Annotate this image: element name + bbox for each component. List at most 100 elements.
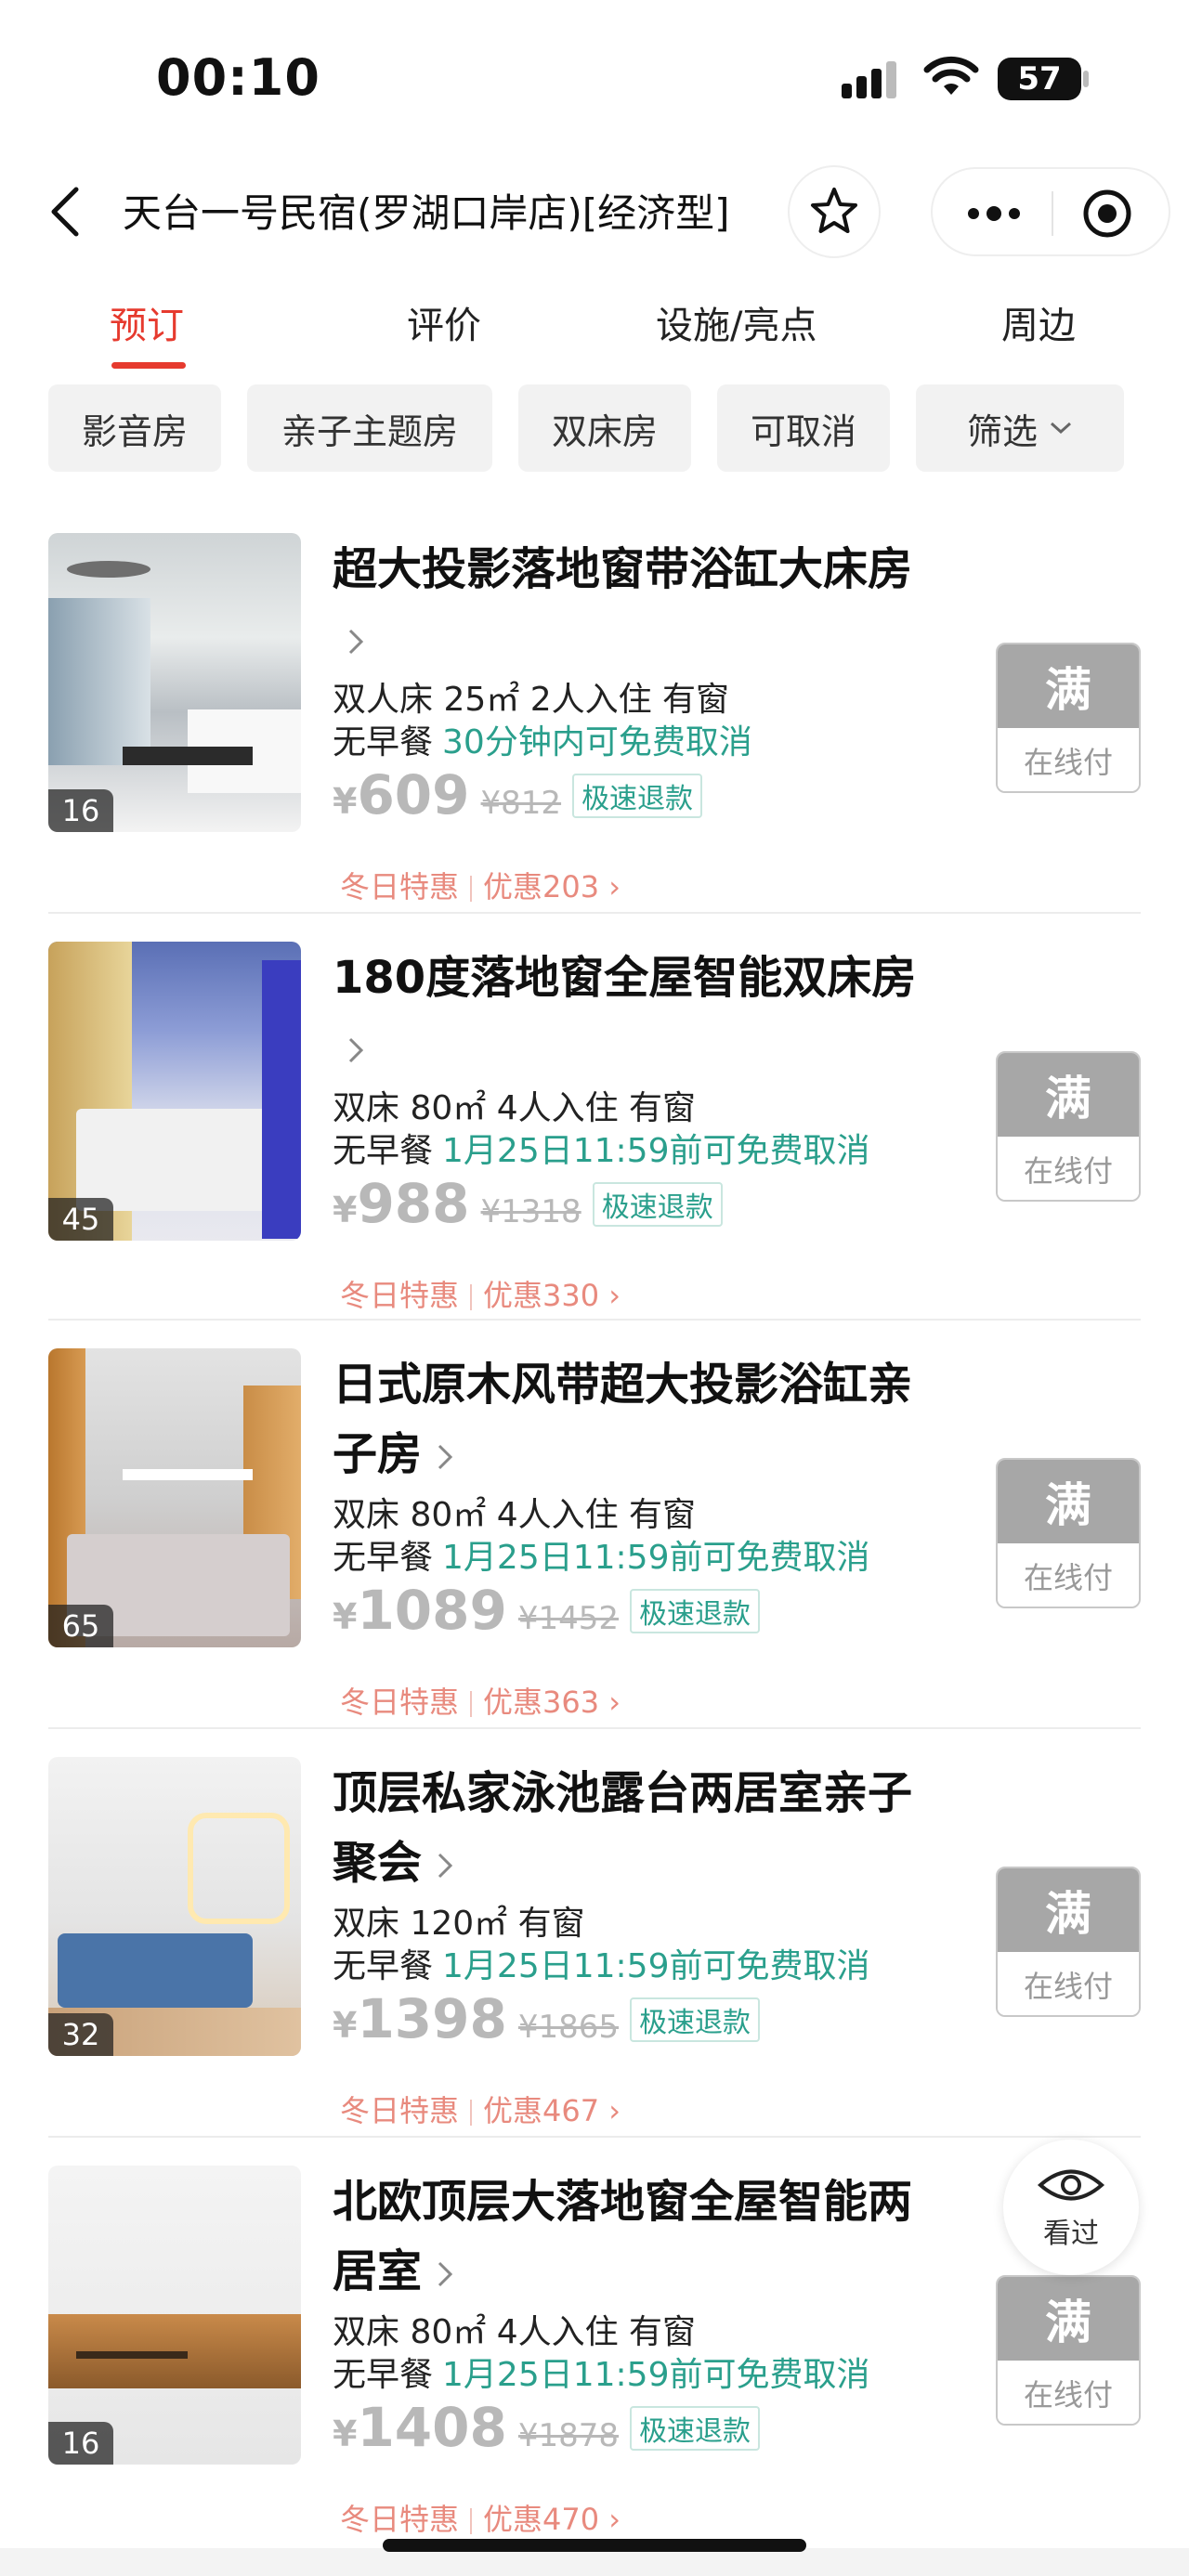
home-indicator[interactable] <box>383 2539 806 2552</box>
filter-chip-cancellable[interactable]: 可取消 <box>717 384 890 472</box>
room-photo[interactable]: 16 <box>48 533 301 832</box>
room-name[interactable]: 顶层私家泳池露台两居室亲子聚会 <box>333 1759 936 1898</box>
breakfast-info: 无早餐 <box>333 723 434 761</box>
photo-count: 45 <box>48 1198 113 1241</box>
bottom-area <box>0 2548 1189 2576</box>
room-photo[interactable]: 16 <box>48 2166 301 2465</box>
divider <box>48 912 1141 914</box>
room-card[interactable]: 16 北欧顶层大落地窗全屋智能两居室 双床 80㎡ 4人入住 有窗 无早餐 1月2… <box>48 2166 1141 2574</box>
refund-badge: 极速退款 <box>572 774 703 818</box>
room-photo[interactable]: 32 <box>48 1757 301 2056</box>
promo-row[interactable]: 冬日特惠 优惠330 › <box>340 1272 621 1315</box>
room-name-text: 180度落地窗全屋智能双床房 <box>333 952 917 1004</box>
photo-count: 16 <box>48 789 113 832</box>
battery-indicator: 57 <box>998 58 1081 100</box>
price: 609 <box>357 763 470 826</box>
more-icon[interactable] <box>966 201 1022 227</box>
divider <box>48 1319 1141 1321</box>
sold-out-button[interactable]: 满 在线付 <box>996 1867 1141 2017</box>
room-photo[interactable]: 45 <box>48 942 301 1241</box>
room-name[interactable]: 超大投影落地窗带浴缸大床房 <box>333 535 936 674</box>
promo-row[interactable]: 冬日特惠 优惠363 › <box>340 1679 621 1722</box>
promo-tag: 冬日特惠 <box>340 2502 460 2537</box>
room-spec: 双床 120㎡ 有窗 <box>333 1905 585 1943</box>
pay-online-label: 在线付 <box>998 2361 1139 2424</box>
discount: 优惠467 <box>483 2093 600 2128</box>
tab-facilities[interactable]: 设施/亮点 <box>656 295 817 349</box>
promo-tag: 冬日特惠 <box>340 2093 460 2128</box>
status-time: 00:10 <box>156 48 320 107</box>
promo-row[interactable]: 冬日特惠 优惠467 › <box>340 2088 621 2130</box>
price: 988 <box>357 1172 470 1235</box>
page-title: 天台一号民宿(罗湖口岸店)[经济型] <box>123 190 730 236</box>
tab-booking[interactable]: 预订 <box>110 295 184 349</box>
price-row: ¥ 1408 ¥1878 极速退款 <box>333 2396 761 2459</box>
discount: 优惠470 <box>483 2502 600 2537</box>
promo-separator <box>470 1691 473 1717</box>
price-row: ¥ 1398 ¥1865 极速退款 <box>333 1987 761 2050</box>
room-name[interactable]: 北欧顶层大落地窗全屋智能两居室 <box>333 2167 936 2307</box>
room-photo[interactable]: 65 <box>48 1348 301 1647</box>
room-card[interactable]: 32 顶层私家泳池露台两居室亲子聚会 双床 120㎡ 有窗 无早餐 1月25日11… <box>48 1757 1141 2166</box>
filter-button[interactable]: 筛选 <box>916 384 1124 472</box>
room-card[interactable]: 16 超大投影落地窗带浴缸大床房 双人床 25㎡ 2人入住 有窗 无早餐 30分钟… <box>48 533 1141 942</box>
breakfast-info: 无早餐 <box>333 1539 434 1577</box>
viewed-history-button[interactable]: 看过 <box>1003 2140 1139 2275</box>
room-spec: 双人床 25㎡ 2人入住 有窗 <box>333 681 730 719</box>
room-card[interactable]: 45 180度落地窗全屋智能双床房 双床 80㎡ 4人入住 有窗 无早餐 1月25… <box>48 942 1141 1350</box>
promo-separator <box>470 2508 473 2534</box>
promo-row[interactable]: 冬日特惠 优惠470 › <box>340 2496 621 2539</box>
sold-out-label: 满 <box>998 1053 1139 1137</box>
room-name-text: 顶层私家泳池露台两居室亲子聚会 <box>333 1767 913 1889</box>
filter-chip-av-room[interactable]: 影音房 <box>48 384 221 472</box>
battery-cap <box>1083 71 1089 87</box>
price: 1398 <box>357 1987 507 2050</box>
back-arrow-icon[interactable] <box>43 184 87 240</box>
sold-out-label: 满 <box>998 2277 1139 2361</box>
original-price: ¥1318 <box>480 1193 581 1230</box>
discount: 优惠203 <box>483 869 600 904</box>
pay-online-label: 在线付 <box>998 728 1139 791</box>
divider <box>48 1727 1141 1729</box>
refund-badge: 极速退款 <box>630 2406 761 2451</box>
favorite-button[interactable] <box>788 165 881 258</box>
filter-chip-family-theme[interactable]: 亲子主题房 <box>247 384 492 472</box>
room-spec: 双床 80㎡ 4人入住 有窗 <box>333 1089 697 1127</box>
currency-symbol: ¥ <box>333 781 358 822</box>
breakfast-info: 无早餐 <box>333 1132 434 1170</box>
pay-online-label: 在线付 <box>998 1543 1139 1607</box>
currency-symbol: ¥ <box>333 1596 358 1637</box>
filter-chip-twin-room[interactable]: 双床房 <box>518 384 691 472</box>
room-name-text: 北欧顶层大落地窗全屋智能两居室 <box>333 2176 913 2297</box>
room-name[interactable]: 日式原木风带超大投影浴缸亲子房 <box>333 1350 936 1490</box>
tab-reviews[interactable]: 评价 <box>407 295 481 349</box>
original-price: ¥1865 <box>517 2009 620 2046</box>
chevron-right-icon <box>438 1444 453 1470</box>
cellular-signal-icon <box>842 61 905 98</box>
room-policy: 无早餐 1月25日11:59前可免费取消 <box>333 1124 869 1172</box>
room-name-text: 超大投影落地窗带浴缸大床房 <box>333 543 913 595</box>
tab-nearby[interactable]: 周边 <box>1001 295 1076 349</box>
sold-out-button[interactable]: 满 在线付 <box>996 2275 1141 2426</box>
chevron-right-icon <box>348 1037 364 1063</box>
viewed-label: 看过 <box>1043 2218 1099 2250</box>
tab-bar: 预订 评价 设施/亮点 周边 <box>0 279 1189 371</box>
price-row: ¥ 988 ¥1318 极速退款 <box>333 1172 723 1235</box>
room-policy: 无早餐 30分钟内可免费取消 <box>333 715 752 763</box>
sold-out-button[interactable]: 满 在线付 <box>996 1051 1141 1202</box>
cancel-policy: 1月25日11:59前可免费取消 <box>442 2356 870 2394</box>
filter-label: 筛选 <box>966 410 1038 452</box>
sold-out-button[interactable]: 满 在线付 <box>996 643 1141 793</box>
sold-out-button[interactable]: 满 在线付 <box>996 1458 1141 1608</box>
promo-row[interactable]: 冬日特惠 优惠203 › <box>340 864 621 906</box>
room-spec: 双床 80㎡ 4人入住 有窗 <box>333 1496 697 1534</box>
room-policy: 无早餐 1月25日11:59前可免费取消 <box>333 2348 869 2396</box>
promo-tag: 冬日特惠 <box>340 869 460 904</box>
room-name[interactable]: 180度落地窗全屋智能双床房 <box>333 943 936 1083</box>
close-target-icon[interactable] <box>1081 188 1133 240</box>
price-row: ¥ 609 ¥812 极速退款 <box>333 763 703 826</box>
refund-badge: 极速退款 <box>592 1182 723 1227</box>
promo-separator <box>470 2100 473 2126</box>
room-card[interactable]: 65 日式原木风带超大投影浴缸亲子房 双床 80㎡ 4人入住 有窗 无早餐 1月2… <box>48 1348 1141 1757</box>
pay-online-label: 在线付 <box>998 1952 1139 2015</box>
